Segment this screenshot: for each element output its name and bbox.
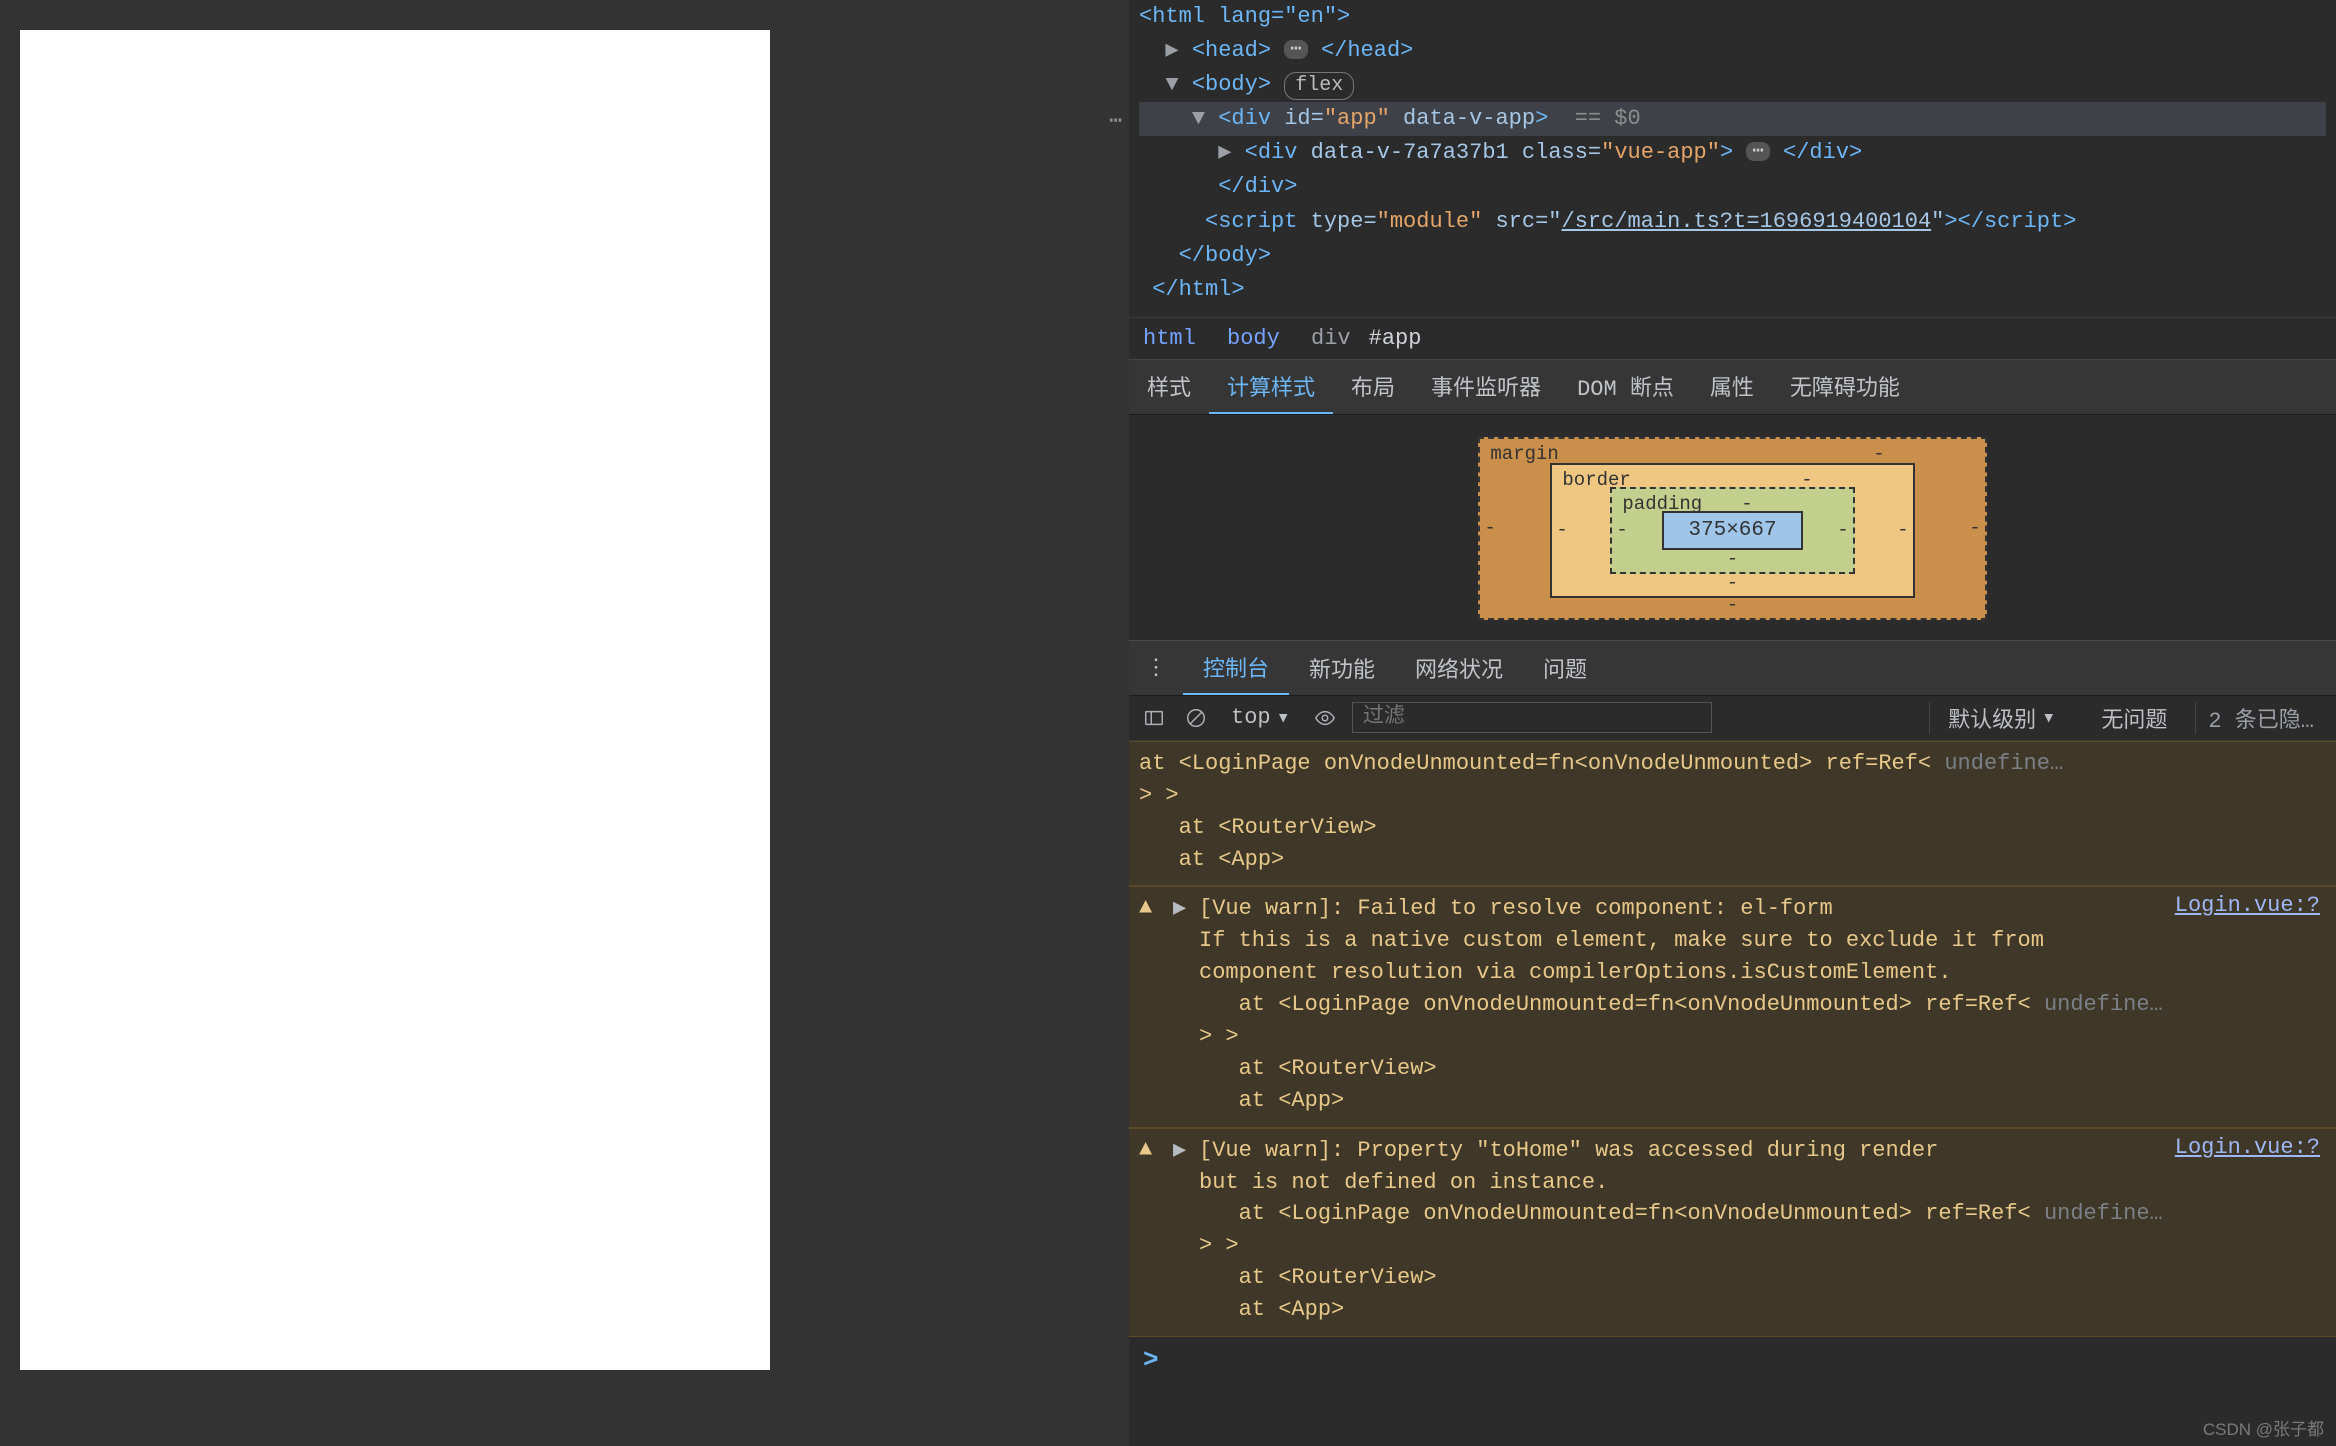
tab-network-conditions[interactable]: 网络状况	[1395, 642, 1523, 694]
expand-icon[interactable]: ▶	[1165, 38, 1178, 63]
warning-icon: ▲	[1139, 893, 1161, 1116]
source-link[interactable]: Login.vue:?	[2175, 1135, 2326, 1326]
hidden-messages[interactable]: 2 条已隐…	[2195, 702, 2326, 734]
tab-styles[interactable]: 样式	[1129, 360, 1209, 414]
tab-computed[interactable]: 计算样式	[1209, 360, 1333, 414]
chevron-down-icon: ▾	[2042, 705, 2055, 731]
breadcrumb-body[interactable]: body	[1227, 326, 1280, 351]
tab-console[interactable]: 控制台	[1183, 641, 1289, 695]
collapse-icon[interactable]: ▼	[1192, 106, 1205, 131]
tab-whatsnew[interactable]: 新功能	[1289, 642, 1395, 694]
console-warning[interactable]: ▲ ▶ [Vue warn]: Failed to resolve compon…	[1129, 886, 2336, 1127]
script-src-link[interactable]: /src/main.ts?t=1696919400104	[1562, 209, 1932, 234]
breadcrumb-html[interactable]: html	[1143, 326, 1196, 351]
dom-node[interactable]: </body>	[1179, 243, 1271, 268]
clear-console-icon[interactable]	[1181, 703, 1211, 733]
log-level-selector[interactable]: 默认级别 ▾	[1929, 702, 2073, 734]
breadcrumb-div[interactable]: div#app	[1311, 326, 1421, 351]
box-model[interactable]: margin - - - - border - - - - padding - …	[1129, 415, 2336, 640]
styles-tabs: 样式 计算样式 布局 事件监听器 DOM 断点 属性 无障碍功能	[1129, 359, 2336, 415]
no-issues-label[interactable]: 无问题	[2085, 702, 2183, 734]
tab-properties[interactable]: 属性	[1692, 360, 1772, 414]
console-warning[interactable]: ▲ ▶ [Vue warn]: Property "toHome" was ac…	[1129, 1128, 2336, 1337]
tab-accessibility[interactable]: 无障碍功能	[1772, 360, 1918, 414]
dom-node[interactable]: <html lang="en">	[1139, 4, 1350, 29]
tab-listeners[interactable]: 事件监听器	[1413, 360, 1559, 414]
collapse-icon[interactable]: ▼	[1165, 72, 1178, 97]
selected-dom-node[interactable]: ⋯ ▼ <div id="app" data-v-app> == $0	[1139, 102, 2326, 136]
dom-node[interactable]: <div	[1245, 140, 1298, 165]
ellipsis-icon[interactable]: ⋯	[1284, 40, 1307, 59]
dom-node[interactable]: <head>	[1192, 38, 1271, 63]
tab-issues[interactable]: 问题	[1523, 642, 1607, 694]
selected-marker: == $0	[1575, 106, 1641, 131]
more-icon[interactable]: ⋯	[1109, 105, 1122, 139]
watermark: CSDN @张子都	[2203, 1415, 2324, 1440]
tab-layout[interactable]: 布局	[1333, 360, 1413, 414]
drawer-tabs: ⋮ 控制台 新功能 网络状况 问题	[1129, 640, 2336, 696]
dom-node[interactable]: <script	[1205, 209, 1297, 234]
tab-dom-breakpoints[interactable]: DOM 断点	[1559, 360, 1692, 414]
context-selector[interactable]: top ▾	[1223, 705, 1298, 731]
box-padding-label: padding	[1622, 493, 1702, 515]
dom-node[interactable]: </html>	[1152, 277, 1244, 302]
dom-node[interactable]: </div>	[1218, 174, 1297, 199]
flex-badge[interactable]: flex	[1284, 72, 1354, 100]
console-prompt[interactable]: >	[1129, 1337, 2336, 1383]
breadcrumb[interactable]: html body div#app	[1129, 317, 2336, 359]
filter-input[interactable]	[1352, 702, 1712, 733]
warning-icon: ▲	[1139, 1135, 1161, 1326]
dom-tree[interactable]: <html lang="en"> ▶ <head> ⋯ </head> ▼ <b…	[1129, 0, 2336, 317]
box-margin-label: margin	[1490, 443, 1558, 465]
expand-icon[interactable]: ▶	[1173, 893, 1187, 1116]
rendered-page[interactable]	[20, 30, 770, 1370]
kebab-icon[interactable]: ⋮	[1129, 645, 1183, 691]
devtools-panel: <html lang="en"> ▶ <head> ⋯ </head> ▼ <b…	[1129, 0, 2336, 1446]
dom-node[interactable]: <body>	[1192, 72, 1271, 97]
chevron-down-icon: ▾	[1277, 705, 1290, 731]
expand-icon[interactable]: ▶	[1173, 1135, 1187, 1326]
sidebar-toggle-icon[interactable]	[1139, 703, 1169, 733]
console-toolbar: top ▾ 默认级别 ▾ 无问题 2 条已隐…	[1129, 696, 2336, 741]
ellipsis-icon[interactable]: ⋯	[1746, 142, 1769, 161]
expand-icon[interactable]: ▶	[1218, 140, 1231, 165]
source-link[interactable]: Login.vue:?	[2175, 893, 2326, 1116]
console-output[interactable]: at <LoginPage onVnodeUnmounted=fn<onVnod…	[1129, 741, 2336, 1446]
live-expression-icon[interactable]	[1310, 703, 1340, 733]
preview-panel	[0, 0, 1129, 1446]
console-warning[interactable]: at <LoginPage onVnodeUnmounted=fn<onVnod…	[1129, 741, 2336, 887]
box-content-size: 375×667	[1662, 511, 1802, 550]
